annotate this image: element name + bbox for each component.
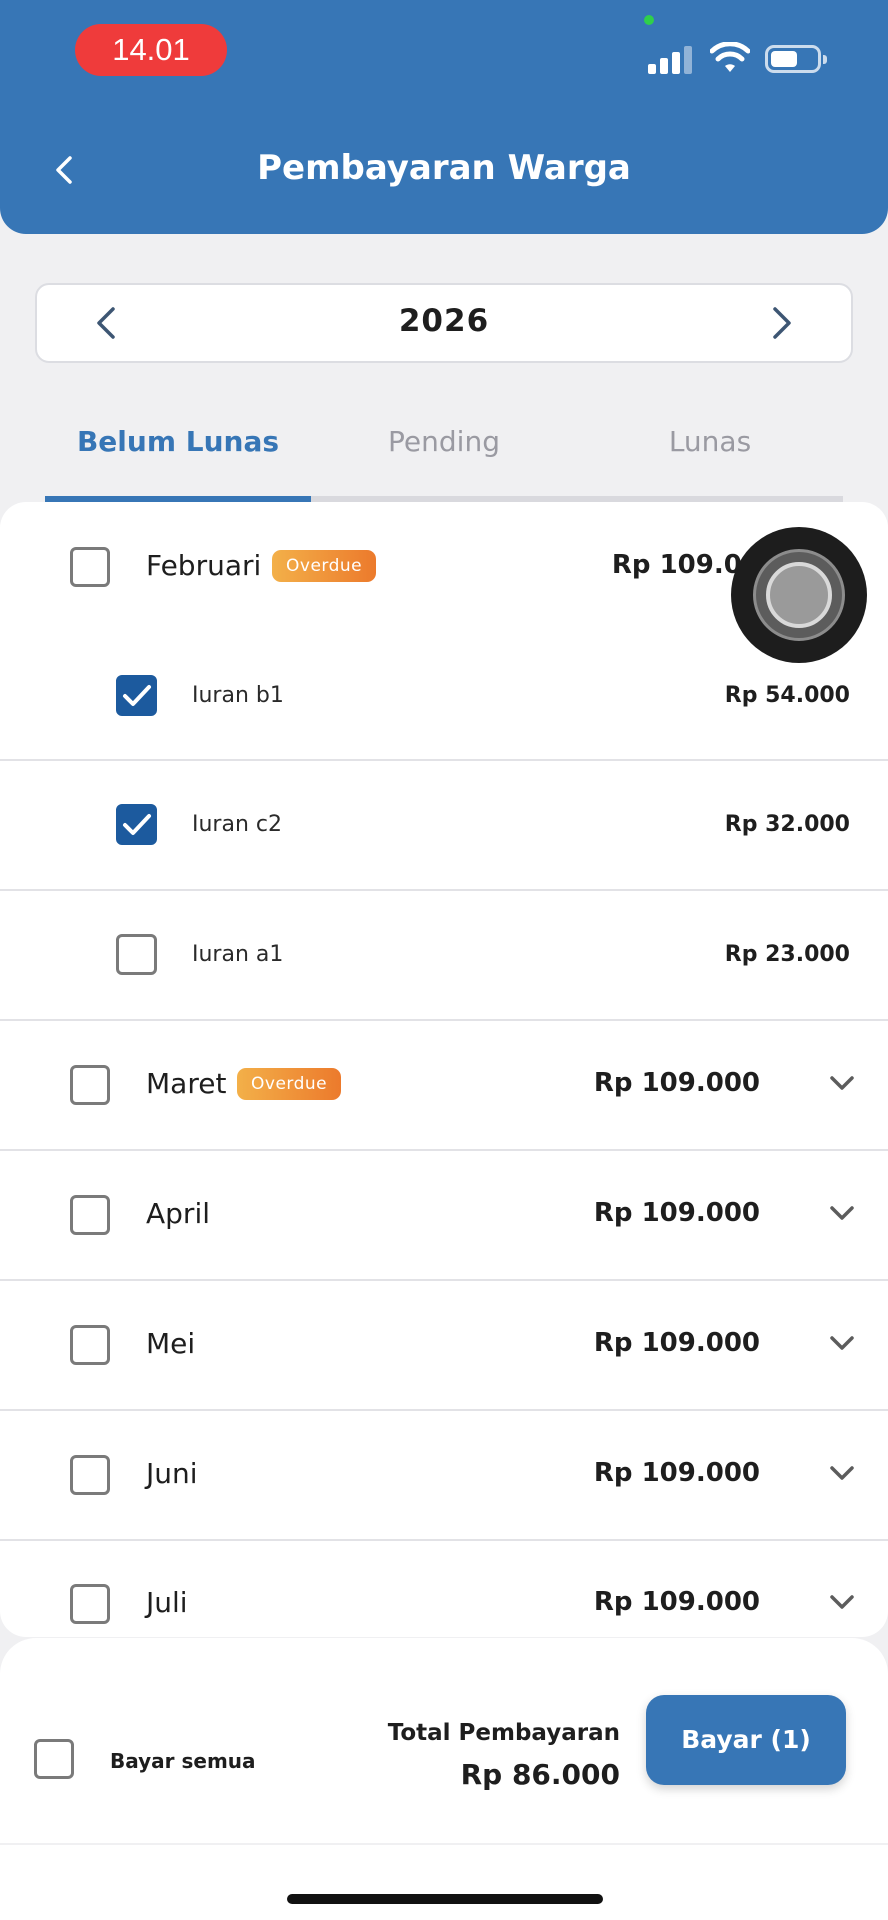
tab-lunas[interactable]: Lunas (577, 425, 843, 497)
pay-all-label: Bayar semua (110, 1749, 256, 1773)
overdue-badge: Overdue (272, 550, 377, 582)
chevron-down-icon[interactable] (826, 1327, 858, 1359)
item-label: Iuran b1 (192, 683, 284, 708)
privacy-indicator (644, 15, 654, 25)
month-checkbox[interactable] (70, 547, 110, 587)
status-tabs: Belum Lunas Pending Lunas (45, 425, 843, 502)
month-amount: Rp 109.000 (593, 1458, 760, 1488)
year-label: 2026 (398, 303, 490, 339)
total-label: Total Pembayaran (387, 1720, 620, 1746)
next-year-icon[interactable] (761, 303, 801, 343)
month-checkbox[interactable] (70, 1065, 110, 1105)
checkmark-icon (123, 685, 151, 706)
list-item-iuran-a1[interactable]: Iuran a1 Rp 23.000 (0, 891, 888, 1019)
overdue-badge: Overdue (237, 1068, 342, 1100)
chevron-down-icon[interactable] (826, 1067, 858, 1099)
month-checkbox[interactable] (70, 1325, 110, 1365)
chevron-down-icon[interactable] (826, 1457, 858, 1489)
month-label: Mei (146, 1327, 196, 1360)
month-amount: Rp 109.000 (593, 1198, 760, 1228)
page-title: Pembayaran Warga (257, 148, 631, 188)
month-checkbox[interactable] (70, 1584, 110, 1624)
month-label: Februari (146, 549, 262, 582)
list-item-iuran-b1[interactable]: Iuran b1 Rp 54.000 (0, 630, 888, 760)
payment-footer: Bayar semua Total Pembayaran Rp 86.000 B… (0, 1638, 888, 1920)
month-row-mei[interactable]: Mei Rp 109.000 (0, 1281, 888, 1409)
home-indicator[interactable] (287, 1894, 603, 1904)
item-checkbox[interactable] (116, 804, 157, 845)
month-row-maret[interactable]: Maret Overdue Rp 109.000 (0, 1021, 888, 1149)
divider (0, 1843, 888, 1845)
total-value: Rp 86.000 (460, 1758, 620, 1791)
pay-button[interactable]: Bayar (1) (646, 1695, 846, 1785)
month-label: April (146, 1197, 210, 1230)
item-checkbox[interactable] (116, 934, 157, 975)
item-label: Iuran c2 (192, 812, 282, 837)
battery-icon (765, 45, 827, 73)
chevron-down-icon[interactable] (826, 1586, 858, 1618)
item-amount: Rp 32.000 (724, 812, 850, 837)
month-row-april[interactable]: April Rp 109.000 (0, 1151, 888, 1279)
month-checkbox[interactable] (70, 1195, 110, 1235)
list-item-iuran-c2[interactable]: Iuran c2 Rp 32.000 (0, 761, 888, 889)
month-row-juli[interactable]: Juli Rp 109.000 (0, 1541, 888, 1637)
tab-pending[interactable]: Pending (311, 425, 577, 497)
month-label: Juli (146, 1586, 188, 1619)
item-label: Iuran a1 (192, 942, 284, 967)
wifi-icon (710, 42, 750, 72)
month-label: Maret (146, 1067, 227, 1100)
chevron-down-icon[interactable] (826, 1197, 858, 1229)
month-amount: Rp 109.000 (593, 1328, 760, 1358)
item-amount: Rp 23.000 (724, 942, 850, 967)
month-amount: Rp 109.000 (593, 1587, 760, 1617)
item-amount: Rp 54.000 (724, 683, 850, 708)
month-label: Juni (146, 1457, 198, 1490)
month-checkbox[interactable] (70, 1455, 110, 1495)
app-header: 14.01 Pembayaran Warga (0, 0, 888, 234)
payment-list: Februari Overdue Rp 109.000 Iuran b1 Rp … (0, 502, 888, 1637)
status-time: 14.01 (75, 24, 227, 76)
tab-belum-lunas[interactable]: Belum Lunas (45, 425, 311, 497)
year-selector: 2026 (35, 283, 853, 363)
month-amount: Rp 109.000 (593, 1068, 760, 1098)
cellular-signal-icon (648, 44, 694, 74)
pay-all-checkbox[interactable] (34, 1739, 74, 1779)
touch-indicator (731, 527, 867, 663)
item-checkbox[interactable] (116, 675, 157, 716)
checkmark-icon (123, 814, 151, 835)
month-row-juni[interactable]: Juni Rp 109.000 (0, 1411, 888, 1539)
